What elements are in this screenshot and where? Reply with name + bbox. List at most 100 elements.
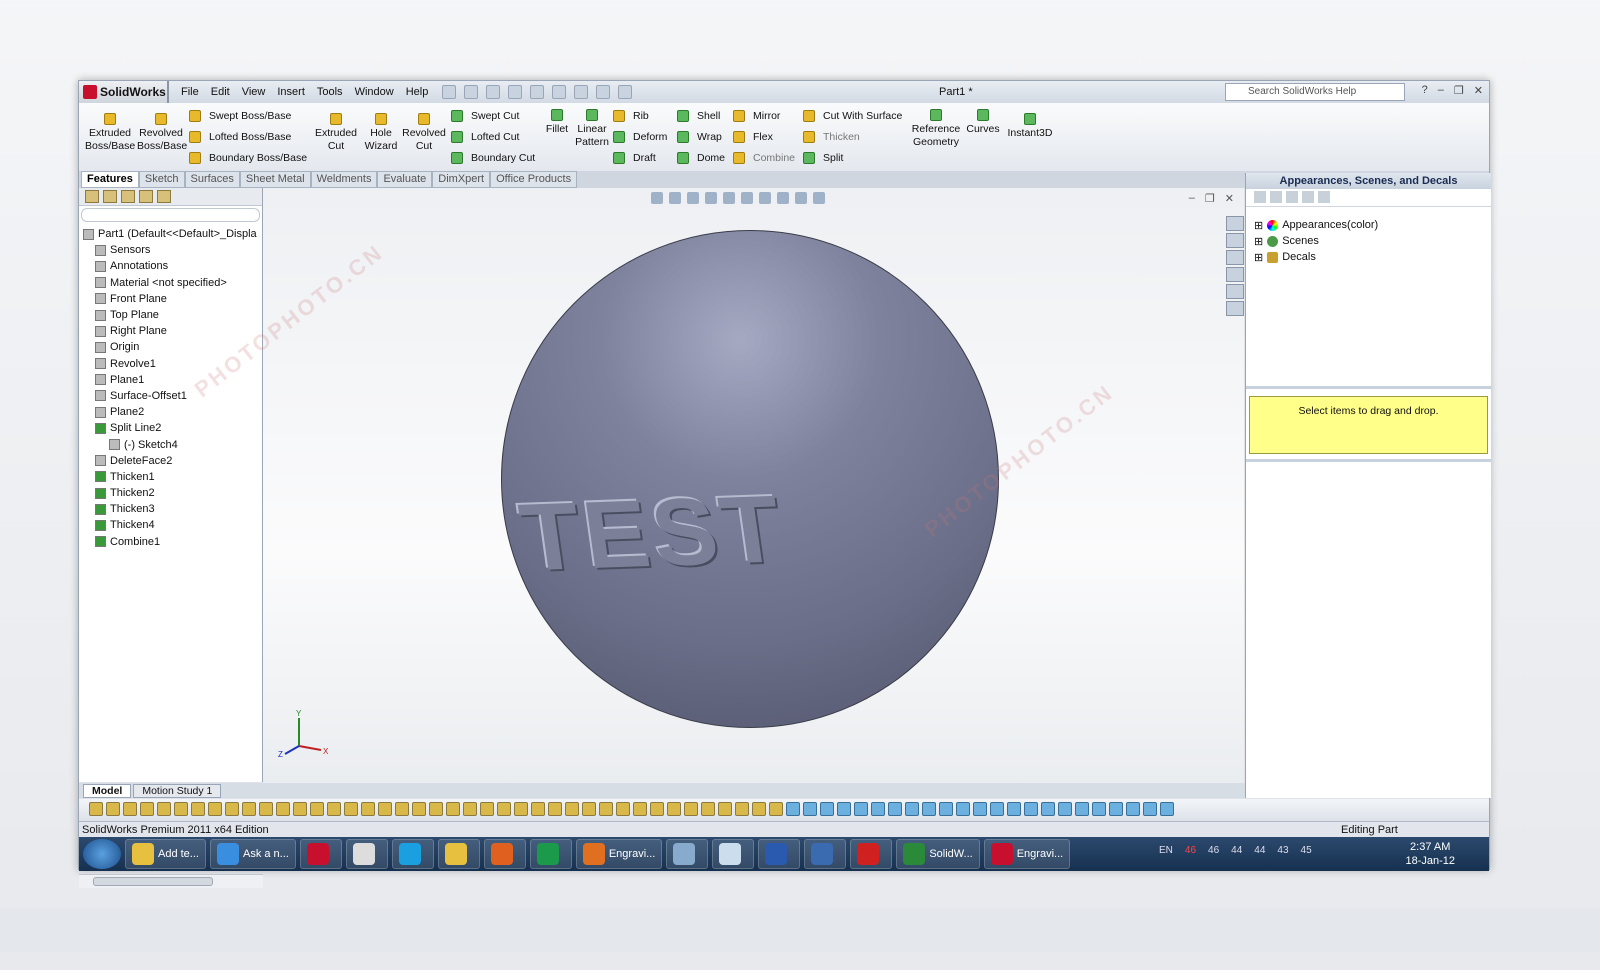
taskbar-button[interactable] bbox=[483, 839, 526, 869]
file-explorer-tab-icon[interactable] bbox=[1226, 250, 1244, 265]
refresh-icon[interactable] bbox=[1302, 191, 1314, 203]
toolbar-tool-icon[interactable] bbox=[769, 802, 783, 816]
clock[interactable]: 2:37 AM 18-Jan-12 bbox=[1405, 840, 1455, 868]
tree-item-appearances[interactable]: ⊞ Appearances(color) bbox=[1246, 217, 1491, 233]
toolbar-tool-icon[interactable] bbox=[1024, 802, 1038, 816]
view-palette-tab-icon[interactable] bbox=[1226, 267, 1244, 282]
tree-item[interactable]: Front Plane bbox=[83, 291, 257, 307]
menu-tools[interactable]: Tools bbox=[317, 86, 343, 98]
hole-wizard-button[interactable]: Hole Wizard bbox=[363, 113, 399, 153]
tree-item[interactable]: Annotations bbox=[83, 258, 257, 274]
flex-button[interactable]: Flex bbox=[733, 131, 773, 143]
lofted-boss-button[interactable]: Lofted Boss/Base bbox=[189, 131, 291, 143]
toolbar-tool-icon[interactable] bbox=[191, 802, 205, 816]
toolbar-tool-icon[interactable] bbox=[174, 802, 188, 816]
thicken-button[interactable]: Thicken bbox=[803, 131, 860, 143]
toolbar-tool-icon[interactable] bbox=[157, 802, 171, 816]
tab-office-products[interactable]: Office Products bbox=[490, 171, 578, 188]
taskbar-button[interactable] bbox=[666, 839, 709, 869]
toolbar-tool-icon[interactable] bbox=[888, 802, 902, 816]
menu-view[interactable]: View bbox=[242, 86, 266, 98]
reference-geometry-button[interactable]: Reference Geometry bbox=[911, 109, 961, 149]
toolbar-tool-icon[interactable] bbox=[463, 802, 477, 816]
tree-filter-input[interactable] bbox=[81, 208, 260, 222]
options-icon[interactable] bbox=[618, 85, 633, 99]
toolbar-tool-icon[interactable] bbox=[565, 802, 579, 816]
toolbar-tool-icon[interactable] bbox=[701, 802, 715, 816]
toolbar-tool-icon[interactable] bbox=[446, 802, 460, 816]
graphics-viewport[interactable]: – ❐ ✕ TEST PHOTOPHOTO.CN PHOTOPHOTO.CN Y X… bbox=[190, 188, 1244, 798]
display-manager-tab-icon[interactable] bbox=[157, 190, 171, 203]
dimxpert-manager-tab-icon[interactable] bbox=[139, 190, 153, 203]
menu-window[interactable]: Window bbox=[355, 86, 394, 98]
tree-item[interactable]: Thicken3 bbox=[83, 501, 257, 517]
start-button[interactable] bbox=[83, 839, 121, 869]
forward-icon[interactable] bbox=[1270, 191, 1282, 203]
viewport-restore[interactable]: ❐ bbox=[1205, 192, 1215, 205]
toolbar-tool-icon[interactable] bbox=[650, 802, 664, 816]
rib-button[interactable]: Rib bbox=[613, 110, 649, 122]
toolbar-tool-icon[interactable] bbox=[480, 802, 494, 816]
tree-item[interactable]: DeleteFace2 bbox=[83, 453, 257, 469]
boundary-boss-button[interactable]: Boundary Boss/Base bbox=[189, 152, 307, 164]
toolbar-tool-icon[interactable] bbox=[395, 802, 409, 816]
edit-appearance-icon[interactable] bbox=[777, 192, 789, 204]
zoom-to-area-icon[interactable] bbox=[669, 192, 681, 204]
tab-dimxpert[interactable]: DimXpert bbox=[432, 171, 491, 188]
toolbar-tool-icon[interactable] bbox=[633, 802, 647, 816]
toolbar-tool-icon[interactable] bbox=[276, 802, 290, 816]
viewport-close[interactable]: ✕ bbox=[1225, 192, 1234, 205]
toolbar-tool-icon[interactable] bbox=[514, 802, 528, 816]
toolbar-tool-icon[interactable] bbox=[429, 802, 443, 816]
toolbar-tool-icon[interactable] bbox=[803, 802, 817, 816]
taskbar-button[interactable] bbox=[758, 839, 801, 869]
file-properties-icon[interactable] bbox=[596, 85, 611, 99]
revolved-boss-button[interactable]: Revolved Boss/Base bbox=[137, 113, 187, 153]
toolbar-tool-icon[interactable] bbox=[973, 802, 987, 816]
taskbar-button[interactable] bbox=[299, 839, 342, 869]
scrollbar-thumb[interactable] bbox=[93, 877, 213, 886]
pane-splitter[interactable] bbox=[1246, 386, 1491, 389]
toolbar-tool-icon[interactable] bbox=[310, 802, 324, 816]
taskbar-button[interactable] bbox=[804, 839, 847, 869]
tree-item[interactable]: Material <not specified> bbox=[83, 275, 257, 291]
tree-item[interactable]: Surface-Offset1 bbox=[83, 388, 257, 404]
toolbar-tool-icon[interactable] bbox=[225, 802, 239, 816]
language-indicator[interactable]: EN bbox=[1159, 845, 1173, 856]
tree-item[interactable]: Plane2 bbox=[83, 404, 257, 420]
tree-item-scenes[interactable]: ⊞ Scenes bbox=[1246, 233, 1491, 249]
toolbar-tool-icon[interactable] bbox=[497, 802, 511, 816]
tab-sketch[interactable]: Sketch bbox=[138, 171, 185, 188]
tree-item[interactable]: Split Line2 bbox=[83, 420, 257, 436]
toolbar-tool-icon[interactable] bbox=[1160, 802, 1174, 816]
tab-model[interactable]: Model bbox=[83, 783, 132, 798]
taskbar-button[interactable]: SolidW... bbox=[896, 839, 980, 869]
extruded-boss-button[interactable]: Extruded Boss/Base bbox=[85, 113, 135, 153]
custom-properties-tab-icon[interactable] bbox=[1226, 301, 1244, 316]
tab-surfaces[interactable]: Surfaces bbox=[184, 171, 240, 188]
toolbar-tool-icon[interactable] bbox=[1041, 802, 1055, 816]
swept-cut-button[interactable]: Swept Cut bbox=[451, 110, 519, 122]
curves-button[interactable]: Curves bbox=[963, 109, 1003, 136]
up-icon[interactable] bbox=[1318, 191, 1330, 203]
shell-button[interactable]: Shell bbox=[677, 110, 720, 122]
resources-tab-icon[interactable] bbox=[1226, 216, 1244, 231]
toolbar-tool-icon[interactable] bbox=[684, 802, 698, 816]
toolbar-tool-icon[interactable] bbox=[293, 802, 307, 816]
menu-insert[interactable]: Insert bbox=[277, 86, 305, 98]
tab-weldments[interactable]: Weldments bbox=[310, 171, 378, 188]
tree-item-decals[interactable]: ⊞ Decals bbox=[1246, 249, 1491, 265]
viewport-minimize[interactable]: – bbox=[1189, 192, 1195, 205]
tree-item[interactable]: (-) Sketch4 bbox=[83, 436, 257, 452]
taskbar-button[interactable]: Ask a n... bbox=[209, 839, 296, 869]
tree-item[interactable]: Right Plane bbox=[83, 323, 257, 339]
toolbar-tool-icon[interactable] bbox=[752, 802, 766, 816]
toolbar-tool-icon[interactable] bbox=[327, 802, 341, 816]
print-icon[interactable] bbox=[508, 85, 523, 99]
menu-edit[interactable]: Edit bbox=[211, 86, 230, 98]
cut-with-surface-button[interactable]: Cut With Surface bbox=[803, 110, 902, 122]
section-view-icon[interactable] bbox=[705, 192, 717, 204]
draft-button[interactable]: Draft bbox=[613, 152, 656, 164]
tree-item[interactable]: Part1 (Default<<Default>_Displa bbox=[83, 226, 257, 242]
previous-view-icon[interactable] bbox=[687, 192, 699, 204]
